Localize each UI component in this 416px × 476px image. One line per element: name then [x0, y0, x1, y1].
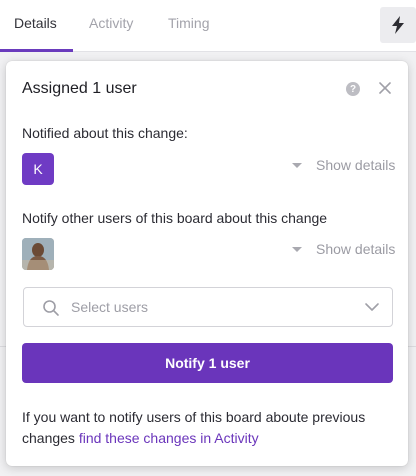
- show-details-button[interactable]: Show details: [292, 157, 395, 173]
- close-icon[interactable]: [378, 81, 392, 95]
- show-details-label: Show details: [316, 157, 396, 173]
- tab-bar: Details Activity Timing: [0, 0, 416, 52]
- tab-activity[interactable]: Activity: [89, 15, 133, 31]
- caret-down-icon: [292, 246, 302, 252]
- show-details-label: Show details: [316, 241, 396, 257]
- footer-note: If you want to notify users of this boar…: [22, 407, 394, 449]
- lightning-bolt-icon: [392, 16, 404, 34]
- avatar[interactable]: [22, 238, 54, 270]
- select-users-placeholder: Select users: [71, 299, 149, 315]
- lightning-bolt-button[interactable]: [380, 7, 416, 43]
- avatar[interactable]: K: [22, 153, 54, 185]
- active-tab-indicator: [0, 49, 73, 52]
- popup-title: Assigned 1 user: [22, 80, 137, 97]
- select-users-dropdown[interactable]: Select users: [23, 287, 393, 327]
- caret-down-icon: [292, 162, 302, 168]
- tab-timing[interactable]: Timing: [168, 15, 210, 31]
- user-photo-icon: [22, 238, 54, 270]
- notify-popup: Assigned 1 user ? Notified about this ch…: [6, 61, 408, 466]
- activity-link[interactable]: find these changes in Activity: [79, 430, 259, 446]
- search-icon: [43, 300, 59, 316]
- show-details-button[interactable]: Show details: [292, 241, 395, 257]
- tab-details[interactable]: Details: [14, 15, 57, 31]
- notify-button[interactable]: Notify 1 user: [22, 343, 393, 383]
- chevron-down-icon: [365, 303, 379, 311]
- help-icon[interactable]: ?: [346, 82, 360, 96]
- notified-label: Notified about this change:: [22, 125, 188, 141]
- notify-other-label: Notify other users of this board about t…: [22, 210, 328, 226]
